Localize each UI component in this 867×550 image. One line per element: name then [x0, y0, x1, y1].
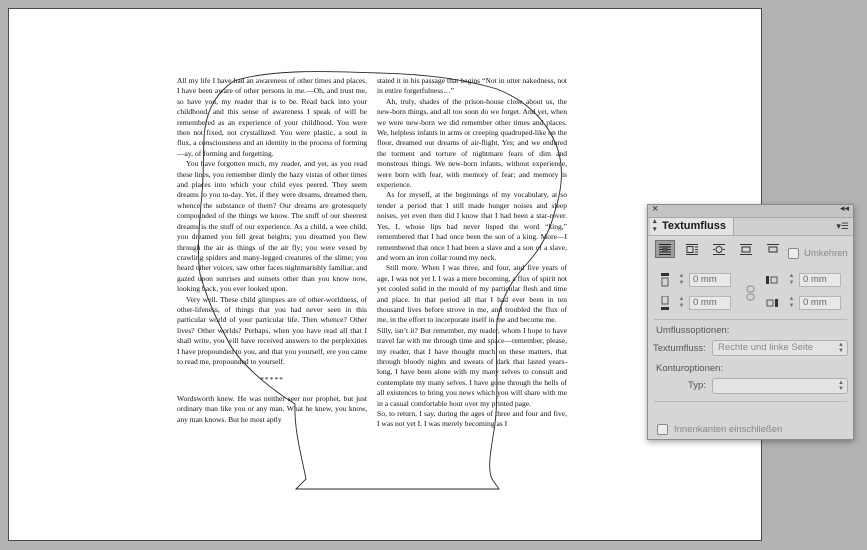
body-paragraph: Still more. When I was three, and four, … — [377, 263, 567, 325]
invert-label: Umkehren — [804, 248, 848, 259]
panel-divider — [654, 319, 847, 320]
body-paragraph: Very well. These child glimpses are of o… — [177, 294, 367, 366]
wrap-to-value: Rechte und linke Seite — [718, 342, 814, 353]
panel-menu-icon[interactable]: ▾☰ — [836, 221, 849, 232]
text-frame-left[interactable]: All my life I have had an awareness of o… — [177, 76, 367, 425]
panel-title: Textumfluss — [662, 220, 726, 232]
wrap-object-shape-button[interactable] — [709, 240, 729, 258]
type-label: Typ: — [688, 380, 706, 391]
include-inside-edges-checkbox[interactable] — [657, 424, 668, 435]
body-paragraph: All my life I have had an awareness of o… — [177, 76, 367, 158]
left-offset-icon — [766, 276, 778, 284]
wrap-bounding-box-button[interactable] — [682, 240, 702, 258]
right-offset-stepper[interactable]: ▲ ▼ — [787, 296, 796, 310]
body-paragraph: stated it in his passage that begins “No… — [377, 76, 567, 96]
body-paragraph: Ah, truly, shades of the prison-house cl… — [377, 96, 567, 190]
collapse-icon[interactable]: ◂◂ — [840, 203, 849, 214]
right-offset-field[interactable]: 0 mm — [799, 296, 841, 310]
top-offset-field[interactable]: 0 mm — [689, 273, 731, 287]
chain-link-icon[interactable] — [745, 285, 756, 301]
bottom-offset-stepper[interactable]: ▲ ▼ — [677, 296, 686, 310]
close-icon[interactable]: × — [652, 203, 658, 215]
top-offset-stepper[interactable]: ▲ ▼ — [677, 273, 686, 287]
panel-divider — [654, 401, 847, 402]
body-paragraph: Silly, isn’t it? But remember, my reader… — [377, 325, 567, 408]
wrap-options-header: Umflussoptionen: — [656, 325, 730, 336]
wrap-none-button[interactable] — [655, 240, 675, 258]
select-arrows-icon: ▲ ▼ — [838, 380, 844, 392]
wrap-object-shape-icon — [713, 244, 725, 255]
left-offset-stepper[interactable]: ▲ ▼ — [787, 273, 796, 287]
tab-expand-icon[interactable]: ▴ ▾ — [653, 218, 657, 234]
wrap-bounding-box-icon — [686, 244, 698, 255]
tab-textumfluss[interactable]: ▴ ▾ Textumfluss — [650, 218, 734, 235]
body-paragraph: Wordsworth knew. He was neither seer nor… — [177, 393, 367, 424]
wrap-to-label: Textumfluss: — [653, 343, 706, 354]
invert-checkbox[interactable] — [788, 248, 799, 259]
body-paragraph: You have forgotten much, my reader, and … — [177, 159, 367, 294]
jump-object-button[interactable] — [736, 240, 756, 258]
body-paragraph: As for myself, at the beginnings of my v… — [377, 190, 567, 262]
bottom-offset-field[interactable]: 0 mm — [689, 296, 731, 310]
text-wrap-panel: × ◂◂ ▴ ▾ Textumfluss ▾☰ Umkehren ▲ ▼ 0 mm … — [647, 203, 854, 440]
body-paragraph: So, to return, I say, during the ages of… — [377, 409, 567, 429]
panel-header-bar: × ◂◂ — [648, 203, 853, 218]
contour-type-select[interactable]: ▲ ▼ — [712, 378, 848, 394]
wrap-to-select[interactable]: Rechte und linke Seite ▲ ▼ — [712, 340, 848, 356]
section-separator: ***** — [260, 375, 284, 385]
jump-object-icon — [740, 244, 752, 255]
panel-tabbar: ▴ ▾ Textumfluss ▾☰ — [648, 218, 853, 236]
text-frame-right[interactable]: stated it in his passage that begins “No… — [377, 76, 567, 430]
jump-to-next-column-button[interactable] — [763, 240, 783, 258]
wrap-none-icon — [659, 244, 671, 255]
right-offset-icon — [766, 299, 778, 307]
contour-options-header: Konturoptionen: — [656, 363, 724, 374]
jump-to-next-column-icon — [767, 244, 779, 253]
left-offset-field[interactable]: 0 mm — [799, 273, 841, 287]
bottom-offset-icon — [661, 296, 669, 310]
select-arrows-icon: ▲ ▼ — [838, 342, 844, 354]
top-offset-icon — [661, 273, 669, 287]
include-inside-edges-label: Innenkanten einschließen — [674, 424, 783, 435]
